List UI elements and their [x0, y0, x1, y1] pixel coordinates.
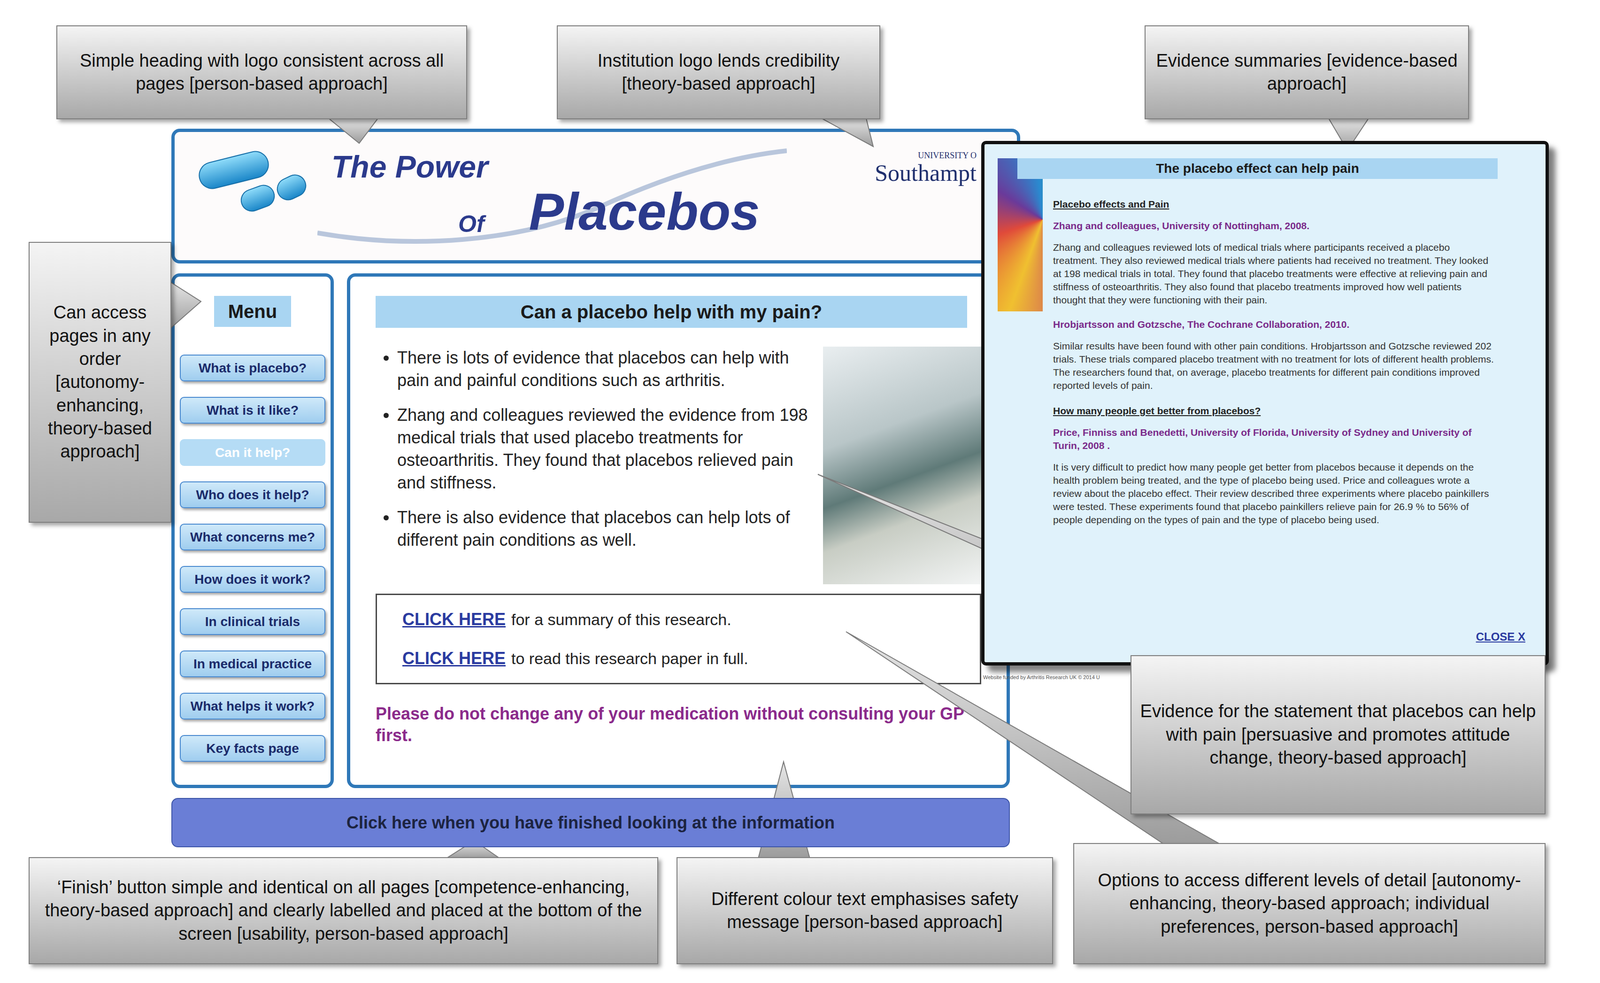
study-source: Hrobjartsson and Gotzsche, The Cochrane … — [1053, 317, 1495, 331]
callout-box: Simple heading with logo consistent acro… — [56, 25, 468, 120]
callout-box: Different colour text emphasises safety … — [676, 856, 1054, 964]
link-description: to read this research paper in full. — [511, 649, 749, 668]
menu-item[interactable]: What is it like? — [179, 396, 326, 424]
university-logo: UNIVERSITY OSouthampt — [874, 151, 977, 185]
study-summary: It is very difficult to predict how many… — [1053, 460, 1495, 527]
popup-body: Placebo effects and Pain Zhang and collea… — [1053, 197, 1495, 527]
link-row: CLICK HERE to read this research paper in… — [402, 646, 955, 670]
callout-pointer — [758, 761, 810, 859]
bullet-item: Zhang and colleagues reviewed the eviden… — [397, 403, 814, 494]
books-photo — [823, 346, 982, 585]
callout-box: Institution logo lends credibility [theo… — [556, 25, 881, 120]
links-box: CLICK HERE for a summary of this research… — [375, 593, 982, 685]
menu-item[interactable]: What helps it work? — [179, 692, 326, 720]
menu-item[interactable]: How does it work? — [179, 565, 326, 593]
click-here-link[interactable]: CLICK HERE — [402, 609, 506, 629]
section-heading: How many people get better from placebos… — [1053, 404, 1495, 418]
close-link[interactable]: CLOSE X — [1476, 630, 1526, 644]
title-of: Of — [458, 211, 485, 238]
callout-box: Can access pages in any order [autonomy-… — [28, 241, 172, 523]
click-here-link[interactable]: CLICK HERE — [402, 648, 506, 668]
content-panel: Can a placebo help with my pain? There is… — [346, 273, 1010, 788]
menu-panel: Menu What is placebo? What is it like? Can … — [171, 273, 334, 788]
callout-pointer — [169, 281, 201, 329]
logo-name: Southampt — [874, 160, 977, 186]
menu-label: Menu — [214, 295, 292, 327]
popup-picture — [997, 158, 1043, 312]
callout-pointer — [446, 840, 500, 859]
site-title: The Power Of Placebos — [331, 131, 801, 250]
callout-box: Evidence for the statement that placebos… — [1130, 654, 1546, 815]
evidence-popup: The placebo effect can help pain Placebo … — [981, 140, 1549, 666]
site-header: The Power Of Placebos UNIVERSITY OSouthampt — [171, 128, 1021, 264]
evidence-section: How many people get better from placebos… — [1053, 404, 1495, 527]
menu-item[interactable]: Can it help? — [179, 438, 326, 466]
bullet-list: There is lots of evidence that placebos … — [375, 346, 814, 585]
link-description: for a summary of this research. — [511, 610, 732, 629]
website-screenshot: The Power Of Placebos UNIVERSITY OSouthampt… — [171, 128, 1021, 847]
menu-item[interactable]: Key facts page — [179, 734, 326, 762]
logo-caption: UNIVERSITY O — [874, 151, 977, 161]
annotated-figure: The Power Of Placebos UNIVERSITY OSouthampt… — [0, 0, 1600, 983]
menu-item[interactable]: What concerns me? — [179, 523, 326, 551]
safety-message: Please do not change any of your medicat… — [375, 702, 968, 747]
finish-button[interactable]: Click here when you have finished lookin… — [171, 797, 1010, 847]
menu-item[interactable]: What is placebo? — [179, 354, 326, 382]
menu-list: What is placebo? What is it like? Can it h… — [179, 354, 326, 762]
study-source: Zhang and colleagues, University of Nott… — [1053, 219, 1495, 233]
site-body: Menu What is placebo? What is it like? Can … — [171, 273, 1021, 788]
section-heading: Placebo effects and Pain — [1053, 197, 1495, 211]
menu-item[interactable]: Who does it help? — [179, 481, 326, 508]
popup-title: The placebo effect can help pain — [1017, 158, 1498, 179]
bullet-item: There is lots of evidence that placebos … — [397, 346, 814, 392]
evidence-section: Placebo effects and Pain Zhang and collea… — [1053, 197, 1495, 393]
link-row: CLICK HERE for a summary of this research… — [402, 607, 955, 631]
callout-box: Options to access different levels of de… — [1073, 842, 1546, 964]
study-source: Price, Finniss and Benedetti, University… — [1053, 425, 1495, 453]
pills-icon — [191, 142, 312, 215]
callout-box: Evidence summaries [evidence-based appro… — [1144, 25, 1470, 120]
callout-pointer — [328, 118, 378, 144]
footer-note: Website funded by Arthritis Research UK … — [983, 674, 1100, 680]
menu-item[interactable]: In clinical trials — [179, 607, 326, 635]
study: Price, Finniss and Benedetti, University… — [1053, 425, 1495, 527]
callout-box: ‘Finish’ button simple and identical on … — [28, 856, 659, 964]
study: Hrobjartsson and Gotzsche, The Cochrane … — [1053, 317, 1495, 393]
title-line: The Power — [331, 149, 801, 185]
title-main: Placebos — [529, 184, 761, 240]
bullet-item: There is also evidence that placebos can… — [397, 506, 814, 552]
menu-item[interactable]: In medical practice — [179, 650, 326, 677]
study-summary: Zhang and colleagues reviewed lots of me… — [1053, 240, 1495, 307]
study-summary: Similar results have been found with oth… — [1053, 339, 1495, 393]
page-title: Can a placebo help with my pain? — [375, 295, 968, 328]
study: Zhang and colleagues, University of Nott… — [1053, 219, 1495, 307]
title-line: Of Placebos — [331, 184, 801, 240]
content-row: There is lots of evidence that placebos … — [375, 346, 968, 585]
callout-pointer — [821, 118, 874, 147]
